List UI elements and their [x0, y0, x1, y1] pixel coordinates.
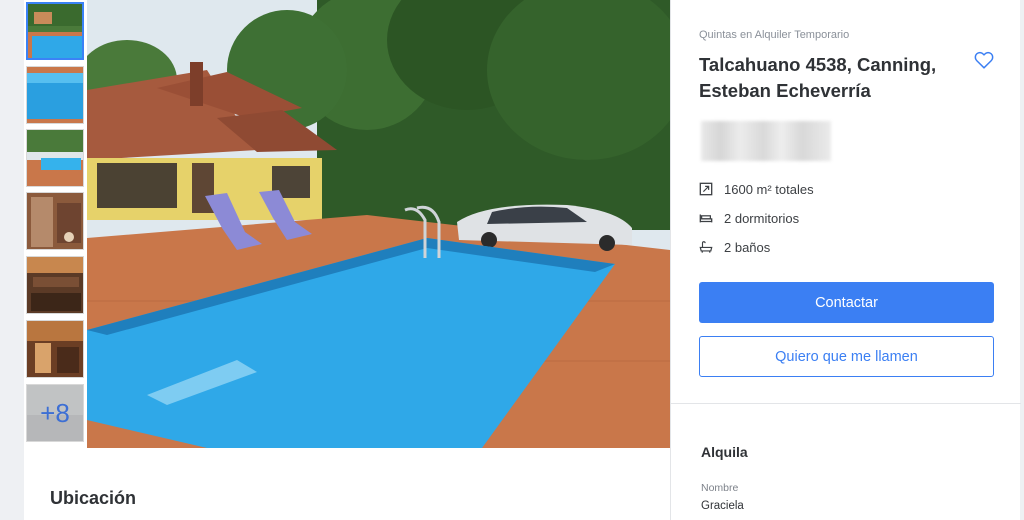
- gallery-more-thumbnail[interactable]: +8: [26, 384, 84, 442]
- contact-button[interactable]: Contactar: [699, 282, 994, 323]
- feature-bedrooms: 2 dormitorios: [699, 209, 799, 227]
- gallery-thumbnail[interactable]: [26, 129, 84, 187]
- owner-section-title: Alquila: [701, 444, 748, 460]
- more-photos-count: +8: [27, 385, 83, 441]
- location-section-title: Ubicación: [50, 488, 137, 508]
- feature-area-label: 1600 m² totales: [724, 181, 814, 197]
- owner-name-value: Graciela: [701, 500, 744, 512]
- gallery-thumbnail[interactable]: [26, 256, 84, 314]
- details-panel: Quintas en Alquiler Temporario Talcahuan…: [670, 0, 1021, 520]
- favorite-button[interactable]: [973, 49, 995, 71]
- gallery-thumbnail[interactable]: [26, 320, 84, 378]
- section-divider: [671, 403, 1021, 404]
- listing-type: Quintas en Alquiler Temporario: [699, 29, 850, 41]
- feature-bathrooms: 2 baños: [699, 238, 770, 256]
- thumbnail-strip: +8: [24, 0, 87, 448]
- request-call-button[interactable]: Quiero que me llamen: [699, 336, 994, 377]
- heart-icon: [974, 51, 994, 69]
- listing-title-line: Esteban Echeverría: [699, 80, 871, 101]
- listing-title-line: Talcahuano 4538, Canning,: [699, 54, 937, 75]
- listing-title: Talcahuano 4538, Canning, Esteban Echeve…: [699, 52, 959, 104]
- area-icon: [699, 182, 713, 196]
- feature-bathrooms-label: 2 baños: [724, 239, 771, 255]
- gallery-thumbnail[interactable]: [26, 2, 84, 60]
- owner-name-label: Nombre: [701, 482, 739, 494]
- gallery-thumbnail[interactable]: [26, 66, 84, 124]
- bath-icon: [699, 241, 713, 253]
- gallery-column: +8 Ubicación: [24, 0, 670, 520]
- feature-bedrooms-label: 2 dormitorios: [724, 210, 800, 226]
- main-photo[interactable]: [87, 0, 670, 448]
- listing-page: +8 Ubicación Quintas en Alquiler Tempora…: [0, 0, 1024, 520]
- bed-icon: [699, 214, 713, 223]
- gallery-thumbnail[interactable]: [26, 192, 84, 250]
- price-placeholder: [701, 121, 831, 161]
- feature-area: 1600 m² totales: [699, 180, 814, 198]
